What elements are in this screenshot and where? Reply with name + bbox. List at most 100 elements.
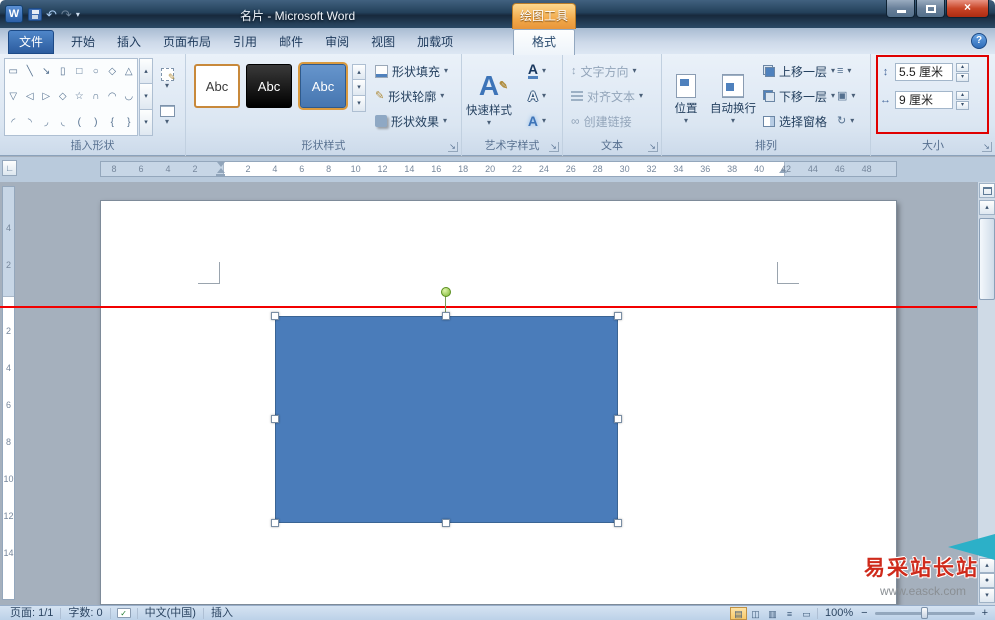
size-dialog-launcher[interactable]: ↘ [982,142,992,152]
maximize-button[interactable] [916,0,945,18]
tab-review[interactable]: 审阅 [314,30,360,54]
styles-more-button[interactable]: ▾ [352,96,366,112]
styles-scroll-up-button[interactable]: ▴ [352,64,366,80]
resize-handle-middle-left[interactable] [271,415,279,423]
shapes-scroll-up-button[interactable]: ▴ [139,58,153,84]
shape-icon[interactable]: ◟ [55,110,72,135]
shape-icon[interactable]: ▽ [5,84,22,109]
resize-handle-top-right[interactable] [614,312,622,320]
selected-rectangle-shape[interactable] [275,316,618,523]
view-draft-button[interactable]: ▭ [798,607,815,620]
spell-check-icon[interactable]: ✓ [117,608,131,618]
tab-format-active[interactable]: 格式 [513,29,575,55]
text-fill-button[interactable]: A ▾ [516,60,558,82]
shape-icon[interactable]: ╲ [22,59,39,84]
shape-icon[interactable]: ▭ [5,59,22,84]
tab-addins[interactable]: 加载项 [406,30,464,54]
wrap-text-button[interactable]: 自动换行 ▾ [708,58,758,140]
shape-style-preset-3-selected[interactable]: Abc [300,64,346,108]
tab-view[interactable]: 视图 [360,30,406,54]
resize-handle-top-left[interactable] [271,312,279,320]
text-dialog-launcher[interactable]: ↘ [648,142,658,152]
text-outline-button[interactable]: A ▾ [516,85,558,107]
redo-button[interactable]: ↷ [61,8,72,21]
bring-forward-button[interactable]: 上移一层 ▾ [760,60,838,82]
width-increase-button[interactable]: ▴ [956,91,969,100]
resize-handle-bottom-right[interactable] [614,519,622,527]
tab-mailings[interactable]: 邮件 [268,30,314,54]
edit-shape-button[interactable]: ▾ [152,60,182,96]
tab-selector-button[interactable]: ∟ [2,160,17,176]
resize-handle-top-center[interactable] [442,312,450,320]
shape-style-preset-1[interactable]: Abc [194,64,240,108]
resize-handle-bottom-left[interactable] [271,519,279,527]
shape-icon[interactable]: ∩ [88,84,105,109]
width-decrease-button[interactable]: ▾ [956,101,969,110]
shape-outline-button[interactable]: ✎ 形状轮廓 ▾ [372,85,447,107]
ruler-toggle-button[interactable] [979,183,995,198]
scroll-up-button[interactable]: ▴ [979,200,995,215]
shapes-more-button[interactable]: ▾ [139,110,153,136]
shape-icon[interactable]: ◇ [104,59,121,84]
help-button[interactable]: ? [971,33,987,49]
group-objects-button[interactable]: ▣ ▾ [834,85,858,107]
wordart-dialog-launcher[interactable]: ↘ [549,142,559,152]
resize-handle-middle-right[interactable] [614,415,622,423]
text-box-button[interactable]: ▾ [152,100,182,130]
send-backward-button[interactable]: 下移一层 ▾ [760,85,838,107]
view-fullscreen-reading-button[interactable]: ◫ [747,607,764,620]
shape-icon[interactable]: ◇ [55,84,72,109]
shape-icon[interactable]: ▷ [38,84,55,109]
height-decrease-button[interactable]: ▾ [956,73,969,82]
tab-insert[interactable]: 插入 [106,30,152,54]
position-button[interactable]: 位置 ▾ [666,58,706,140]
select-browse-object-button[interactable]: ● [979,573,995,588]
rotate-objects-button[interactable]: ↻ ▾ [834,110,857,132]
close-button[interactable]: × [946,0,989,18]
shape-icon[interactable]: ▯ [55,59,72,84]
hanging-indent-marker[interactable] [217,168,225,173]
scrollbar-thumb[interactable] [979,218,995,300]
shape-icon[interactable]: ) [88,110,105,135]
shape-icon[interactable]: ☆ [71,84,88,109]
view-print-layout-button[interactable]: ▤ [730,607,747,620]
shape-icon[interactable]: ◝ [22,110,39,135]
shape-icon[interactable]: ↘ [38,59,55,84]
zoom-level[interactable]: 100% [820,606,858,620]
shape-style-preset-2[interactable]: Abc [246,64,292,108]
shape-height-input[interactable]: 5.5 厘米 [895,63,953,81]
word-app-icon[interactable]: W [5,5,23,23]
first-line-indent-marker[interactable] [217,162,225,167]
shape-styles-dialog-launcher[interactable]: ↘ [448,142,458,152]
language-indicator[interactable]: 中文(中国) [140,606,201,620]
minimize-button[interactable] [886,0,915,18]
text-direction-button[interactable]: ↕ 文字方向 ▾ [568,60,640,82]
shape-icon[interactable]: ◁ [22,84,39,109]
shape-icon[interactable]: □ [71,59,88,84]
shape-icon[interactable]: ◜ [5,110,22,135]
text-effects-button[interactable]: A ▾ [516,110,558,132]
shape-icon[interactable]: ○ [88,59,105,84]
tab-references[interactable]: 引用 [222,30,268,54]
word-count[interactable]: 字数: 0 [63,606,107,620]
save-button[interactable] [28,8,42,21]
shapes-scroll-down-button[interactable]: ▾ [139,84,153,110]
zoom-out-button[interactable]: − [858,607,870,620]
previous-page-button[interactable]: ▴ [979,558,995,573]
undo-button[interactable]: ↶ [46,8,57,21]
selection-pane-button[interactable]: 选择窗格 [760,110,830,132]
left-indent-marker[interactable] [216,174,225,177]
tab-file[interactable]: 文件 [8,30,54,54]
shape-icon[interactable]: { [104,110,121,135]
zoom-slider[interactable] [875,612,975,615]
shape-icon[interactable]: ◞ [38,110,55,135]
tab-page-layout[interactable]: 页面布局 [152,30,222,54]
view-web-layout-button[interactable]: ▥ [764,607,781,620]
qat-dropdown-icon[interactable]: ▾ [76,10,80,19]
shape-icon[interactable]: } [121,110,138,135]
tab-home[interactable]: 开始 [60,30,106,54]
shape-icon[interactable]: ◡ [121,84,138,109]
quick-styles-button[interactable]: A 快速样式 ▾ [466,58,512,140]
shape-icon[interactable]: ◠ [104,84,121,109]
shape-width-input[interactable]: 9 厘米 [895,91,953,109]
